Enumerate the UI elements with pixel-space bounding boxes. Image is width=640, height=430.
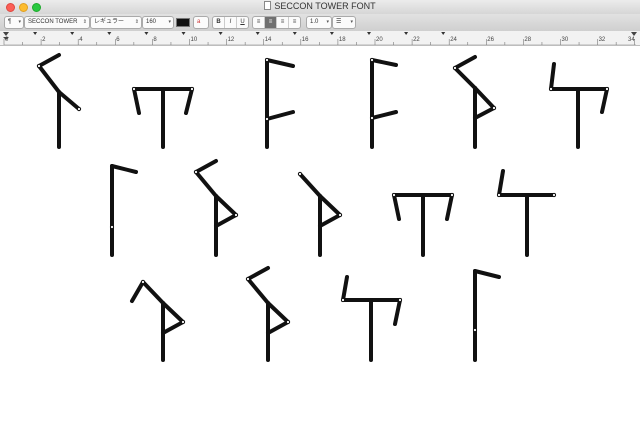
ruler-number: 16 — [301, 37, 309, 43]
highlight-color-button[interactable]: a — [193, 16, 209, 29]
glyph-10 — [391, 192, 455, 257]
tab-stop-marker[interactable] — [292, 32, 297, 35]
tab-stop-marker[interactable] — [404, 32, 409, 35]
tab-stop-marker[interactable] — [33, 32, 38, 35]
ruler-number: 18 — [338, 37, 346, 43]
ruler[interactable]: 0 2 4 6 8 10 12 14 16 18 20 22 24 26 28 30 32 34 — [0, 31, 640, 46]
font-size-value: 160 — [146, 19, 157, 25]
glyph-5 — [452, 55, 497, 149]
title-bar: SECCON TOWER FONT — [0, 0, 640, 14]
chevron-down-icon: ▾ — [326, 19, 329, 25]
glyph-4 — [369, 57, 398, 149]
glyph-6 — [548, 62, 610, 149]
glyph-14 — [340, 275, 403, 362]
tab-stop-marker[interactable] — [181, 32, 186, 35]
chevron-down-icon: ▾ — [18, 19, 21, 25]
align-justify-button[interactable]: ≡ — [289, 17, 300, 28]
window-title: SECCON TOWER FONT — [274, 1, 376, 11]
glyph-2 — [131, 86, 195, 149]
ruler-number: 20 — [376, 37, 383, 43]
ruler-number: 2 — [42, 37, 46, 43]
font-family-label: SECCON TOWER — [28, 19, 78, 25]
bold-button[interactable]: B — [213, 17, 225, 28]
glyph-13 — [245, 266, 291, 362]
tab-stop-marker[interactable] — [329, 32, 334, 35]
italic-button[interactable]: I — [225, 17, 237, 28]
line-spacing-popup[interactable]: 1.0 ▾ — [306, 16, 332, 29]
glyph-9 — [297, 171, 343, 257]
right-indent-marker[interactable] — [631, 32, 637, 36]
tab-stop-marker[interactable] — [255, 32, 260, 35]
tab-stop-marker[interactable] — [70, 32, 75, 35]
list-style-popup[interactable]: ☰ ▾ — [332, 16, 356, 29]
glyph-12 — [130, 279, 186, 362]
tab-stop-marker[interactable] — [107, 32, 112, 35]
ruler-number: 0 — [5, 37, 9, 43]
tab-stop-marker[interactable] — [441, 32, 446, 35]
format-toolbar: ¶ ▾ SECCON TOWER ⇕ レギュラー ⇕ 160 ▾ a BIU ≡… — [0, 14, 640, 31]
ruler-number: 28 — [524, 37, 532, 43]
ruler-graphics — [3, 32, 637, 45]
highlight-icon: a — [197, 19, 201, 25]
tab-stop-marker[interactable] — [367, 32, 371, 35]
chevron-updown-icon: ⇕ — [134, 19, 139, 25]
window-title-area: SECCON TOWER FONT — [0, 1, 640, 11]
ruler-ticks — [3, 39, 636, 45]
align-right-button[interactable]: ≡ — [277, 17, 289, 28]
list-icon: ☰ — [336, 19, 342, 25]
text-style-segmented: BIU — [212, 16, 249, 29]
glyph-3 — [264, 57, 295, 149]
font-style-label: レギュラー — [94, 19, 125, 25]
ruler-number: 10 — [190, 37, 198, 43]
glyph-1 — [36, 53, 82, 149]
paragraph-style-label: ¶ — [8, 19, 12, 25]
ruler-number: 14 — [264, 37, 272, 43]
tab-stops — [33, 32, 446, 35]
text-color-swatch[interactable] — [176, 18, 190, 27]
ruler-number: 34 — [628, 37, 635, 43]
ruler-number: 12 — [227, 37, 235, 43]
glyph-15 — [472, 269, 501, 362]
ruler-number: 32 — [598, 37, 606, 43]
font-style-popup[interactable]: レギュラー ⇕ — [90, 16, 142, 29]
chevron-down-icon: ▾ — [350, 19, 353, 25]
document-icon — [264, 1, 272, 10]
glyph-8 — [193, 159, 239, 257]
chevron-updown-icon: ⇕ — [82, 19, 87, 25]
glyph-7 — [109, 164, 138, 257]
ruler-number: 4 — [79, 37, 83, 43]
left-indent-marker[interactable] — [3, 32, 9, 36]
tab-stop-marker[interactable] — [218, 32, 223, 35]
ruler-number: 30 — [561, 37, 569, 43]
ruler-number: 26 — [487, 37, 494, 43]
paragraph-style-popup[interactable]: ¶ ▾ — [4, 16, 24, 29]
alignment-segmented: ≡ ≡ ≡ ≡ — [252, 16, 301, 29]
ruler-number: 6 — [116, 37, 120, 43]
font-size-combo[interactable]: 160 ▾ — [142, 16, 174, 29]
glyph-11 — [496, 169, 557, 257]
ruler-number: 24 — [450, 37, 457, 43]
ruler-number: 8 — [153, 37, 157, 43]
font-family-popup[interactable]: SECCON TOWER ⇕ — [24, 16, 90, 29]
align-left-button[interactable]: ≡ — [253, 17, 265, 28]
line-spacing-value: 1.0 — [310, 19, 319, 25]
document-text-area[interactable] — [0, 46, 640, 425]
ruler-number: 22 — [413, 37, 420, 43]
align-center-button[interactable]: ≡ — [265, 17, 277, 28]
glyph-line-container — [36, 53, 610, 362]
underline-button[interactable]: U — [237, 17, 248, 28]
chevron-down-icon: ▾ — [168, 19, 171, 25]
tab-stop-marker[interactable] — [144, 32, 149, 35]
